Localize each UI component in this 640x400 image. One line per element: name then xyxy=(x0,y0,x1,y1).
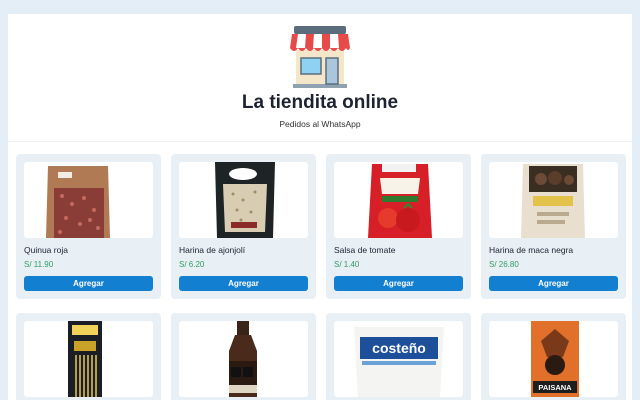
product-card: costeño xyxy=(326,313,471,400)
add-to-cart-button[interactable]: Agregar xyxy=(24,276,153,291)
product-price: S/ 26.80 xyxy=(489,260,519,269)
product-name: Harina de ajonjolí xyxy=(179,245,246,255)
quinoa-bag-icon xyxy=(46,166,110,238)
store-header: La tiendita online Pedidos al WhatsApp xyxy=(8,14,632,142)
product-card: Salsa de tomate S/ 1.40 Agregar xyxy=(326,154,471,299)
product-price: S/ 6.20 xyxy=(179,260,205,269)
product-brand-label: PAISANA xyxy=(538,383,572,392)
product-image xyxy=(179,321,308,397)
product-image xyxy=(179,162,308,238)
pasta-package-icon xyxy=(68,321,102,397)
product-name: Salsa de tomate xyxy=(334,245,396,255)
product-image xyxy=(489,162,618,238)
page-subtitle: Pedidos al WhatsApp xyxy=(279,119,361,129)
product-card: Harina de ajonjolí S/ 6.20 Agregar xyxy=(171,154,316,299)
product-card: PAISANA xyxy=(481,313,626,400)
product-grid: Quinua roja S/ 11.90 Agregar Harina de a… xyxy=(16,154,626,400)
product-card xyxy=(16,313,161,400)
product-image: costeño xyxy=(334,321,463,397)
product-name: Harina de maca negra xyxy=(489,245,574,255)
page-title: La tiendita online xyxy=(241,92,399,113)
product-image xyxy=(24,162,153,238)
add-to-cart-button[interactable]: Agregar xyxy=(489,276,618,291)
add-to-cart-button[interactable]: Agregar xyxy=(179,276,308,291)
tomato-sauce-pouch-icon xyxy=(368,164,432,238)
product-price: S/ 11.90 xyxy=(24,260,54,269)
rice-bag-icon: costeño xyxy=(354,327,444,397)
product-name: Quinua roja xyxy=(24,245,68,255)
product-card: Quinua roja S/ 11.90 Agregar xyxy=(16,154,161,299)
sauce-bottle-icon xyxy=(229,321,257,397)
add-to-cart-button[interactable]: Agregar xyxy=(334,276,463,291)
product-card xyxy=(171,313,316,400)
page: La tiendita online Pedidos al WhatsApp Q… xyxy=(8,14,632,400)
sesame-flour-bag-icon xyxy=(215,162,275,238)
product-card: Harina de maca negra S/ 26.80 Agregar xyxy=(481,154,626,299)
maca-flour-bag-icon xyxy=(521,164,585,238)
product-image: PAISANA xyxy=(489,321,618,397)
packaged-product-icon: PAISANA xyxy=(531,321,579,397)
product-image xyxy=(334,162,463,238)
product-price: S/ 1.40 xyxy=(334,260,360,269)
rice-brand-label: costeño xyxy=(372,340,426,356)
product-image xyxy=(24,321,153,397)
store-icon xyxy=(290,26,350,88)
